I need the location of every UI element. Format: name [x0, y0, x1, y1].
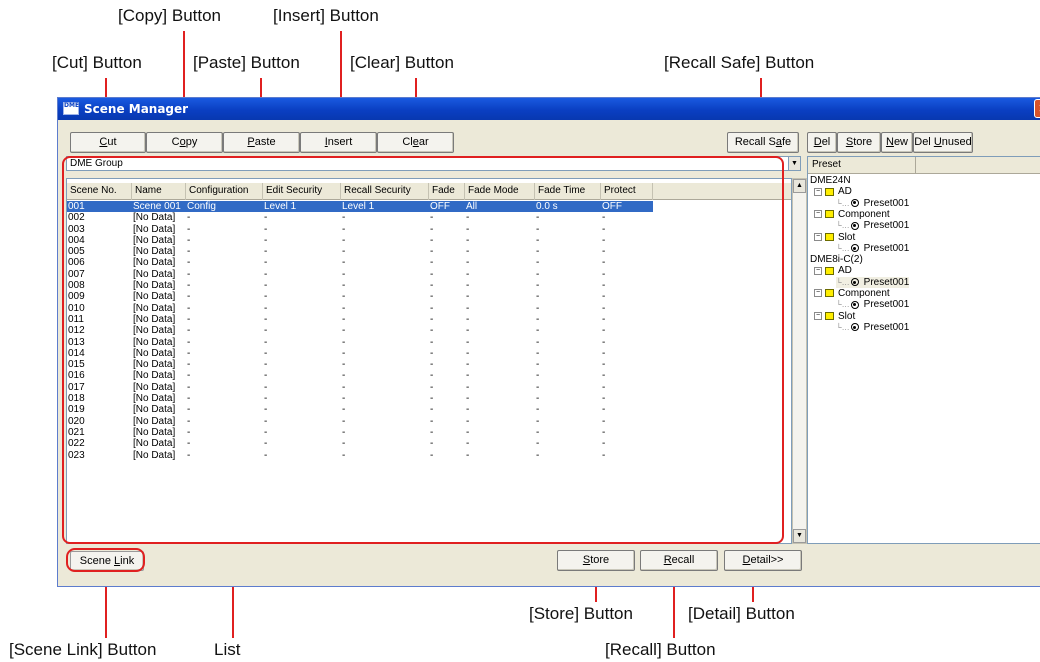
tree-preset[interactable]: └… Preset001 — [836, 198, 909, 209]
folder-icon — [825, 210, 834, 219]
tree-folder[interactable]: − Component — [814, 209, 890, 220]
tree-connector: └… — [836, 322, 850, 332]
scroll-down-icon[interactable]: ▼ — [793, 529, 806, 543]
tree-folder-label: AD — [838, 265, 852, 277]
collapse-icon[interactable]: − — [814, 266, 822, 275]
collapse-icon[interactable]: − — [814, 210, 822, 219]
store-button[interactable]: Store — [557, 550, 635, 571]
tree-preset-label: Preset001 — [863, 197, 910, 209]
tree-folder-label: Slot — [838, 231, 856, 243]
tree-folder[interactable]: − Component — [814, 288, 890, 299]
tree-preset-label: Preset001 — [863, 299, 910, 311]
list-highlight-ring — [62, 156, 784, 544]
copy-button[interactable]: Copy — [146, 132, 223, 153]
folder-icon — [825, 266, 834, 275]
tree-connector: └… — [836, 198, 850, 208]
callout-recall-button: [Recall] Button — [605, 640, 716, 659]
tree-connector: └… — [836, 300, 850, 310]
folder-icon — [825, 289, 834, 298]
scroll-up-icon[interactable]: ▲ — [793, 179, 806, 193]
collapse-icon[interactable]: − — [814, 232, 822, 241]
tree-preset[interactable]: └… Preset001 — [836, 322, 909, 333]
collapse-icon[interactable]: − — [814, 187, 822, 196]
callout-detail-button: [Detail] Button — [688, 604, 795, 623]
collapse-icon[interactable]: − — [814, 311, 822, 320]
detail-button[interactable]: Detail>> — [724, 550, 802, 571]
preset-store-button[interactable]: Store — [837, 132, 881, 153]
tree-folder[interactable]: − AD — [814, 265, 852, 276]
app-icon: DME — [63, 102, 79, 115]
preset-radio-icon[interactable] — [850, 198, 859, 207]
recall-button[interactable]: Recall — [640, 550, 718, 571]
preset-new-button[interactable]: New — [881, 132, 913, 153]
clear-button[interactable]: Clear — [377, 132, 454, 153]
scene-list-scrollbar[interactable]: ▲ ▼ — [792, 178, 807, 544]
cut-button[interactable]: Cut — [70, 132, 146, 153]
callout-copy-button: [Copy] Button — [118, 6, 222, 25]
callout-list: List — [214, 640, 241, 659]
tree-folder-label: Component — [838, 208, 890, 220]
close-button[interactable]: × — [1034, 99, 1040, 118]
tree-folder[interactable]: − AD — [814, 186, 852, 197]
callout-insert-button: [Insert] Button — [273, 6, 379, 25]
tree-device[interactable]: DME8i-C(2) — [810, 254, 863, 265]
callout-paste-button: [Paste] Button — [193, 53, 300, 72]
tree-folder[interactable]: − Slot — [814, 232, 855, 243]
callout-store-button: [Store] Button — [529, 604, 633, 623]
collapse-icon[interactable]: − — [814, 289, 822, 298]
folder-icon — [825, 232, 834, 241]
preset-panel[interactable]: Preset DME24N − AD └… Preset001− Component └… P… — [807, 156, 1040, 544]
tree-folder-label: AD — [838, 186, 852, 198]
preset-radio-icon[interactable] — [850, 221, 859, 230]
paste-button[interactable]: Paste — [223, 132, 300, 153]
window-title: Scene Manager — [84, 102, 189, 116]
preset-radio-icon[interactable] — [850, 300, 859, 309]
tree-preset[interactable]: └… Preset001 — [836, 220, 909, 231]
tree-preset-label: Preset001 — [863, 242, 910, 254]
title-bar[interactable]: DME Scene Manager × — [58, 98, 1040, 120]
callout-scene-link-button: [Scene Link] Button — [9, 640, 157, 659]
tree-preset[interactable]: └… Preset001 — [836, 243, 909, 254]
preset-header: Preset — [808, 157, 1040, 174]
tree-connector: └… — [836, 277, 850, 287]
tree-device[interactable]: DME24N — [810, 175, 851, 186]
tree-folder[interactable]: − Slot — [814, 311, 855, 322]
tree-connector: └… — [836, 221, 850, 231]
tree-connector: └… — [836, 243, 850, 253]
preset-radio-icon[interactable] — [850, 323, 859, 332]
tree-preset-label: Preset001 — [863, 321, 910, 333]
preset-radio-icon[interactable] — [850, 278, 859, 287]
tree-folder-label: Component — [838, 288, 890, 299]
tree-preset-label: Preset001 — [863, 276, 910, 288]
tree-preset[interactable]: └… Preset001 — [836, 276, 910, 288]
tree-folder-label: Slot — [838, 310, 856, 322]
callout-clear-button: [Clear] Button — [350, 53, 454, 72]
callout-recall-safe-button: [Recall Safe] Button — [664, 53, 815, 72]
preset-radio-icon[interactable] — [850, 244, 859, 253]
scene-link-highlight-ring — [66, 548, 145, 572]
group-select-dropdown-icon[interactable]: ▼ — [788, 156, 801, 171]
preset-del-unused-button[interactable]: Del Unused — [913, 132, 973, 153]
preset-del-button[interactable]: Del — [807, 132, 837, 153]
callout-cut-button: [Cut] Button — [52, 53, 142, 72]
recall-safe-button[interactable]: Recall Safe — [727, 132, 799, 153]
folder-icon — [825, 311, 834, 320]
tree-preset-label: Preset001 — [863, 220, 910, 232]
folder-icon — [825, 187, 834, 196]
insert-button[interactable]: Insert — [300, 132, 377, 153]
tree-preset[interactable]: └… Preset001 — [836, 299, 909, 310]
